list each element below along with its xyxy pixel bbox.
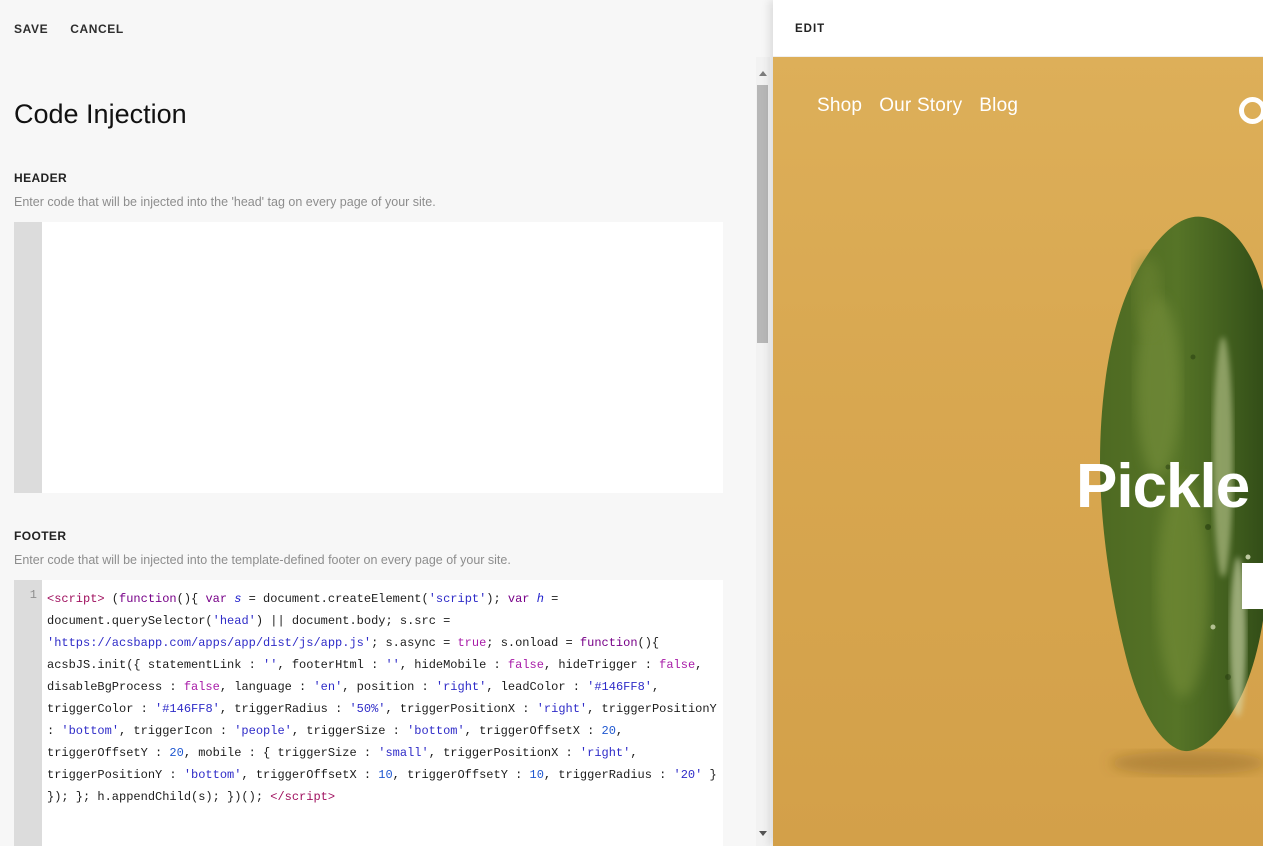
code-line: <script> (function(){ var s = document.c…: [47, 588, 717, 610]
scrollbar-thumb[interactable]: [757, 85, 768, 343]
header-section-label: HEADER: [14, 171, 67, 185]
footer-section-description: Enter code that will be injected into th…: [14, 553, 511, 567]
line-number: 1: [30, 588, 37, 602]
code-line: acsbJS.init({ statementLink : '', footer…: [47, 654, 717, 676]
code-line: triggerColor : '#146FF8', triggerRadius …: [47, 698, 717, 720]
footer-code-area[interactable]: <script> (function(){ var s = document.c…: [42, 580, 723, 846]
nav-link-shop[interactable]: Shop: [817, 95, 862, 117]
header-code-area[interactable]: [42, 222, 723, 493]
code-line: document.querySelector('head') || docume…: [47, 610, 717, 632]
site-preview-panel: EDIT Shop Our Story Blog: [773, 0, 1263, 846]
page-title: Code Injection: [14, 99, 187, 130]
scroll-up-icon[interactable]: [759, 71, 767, 76]
edge-panel: [1242, 563, 1263, 609]
settings-panel: SAVE CANCEL Code Injection HEADER Enter …: [0, 0, 773, 846]
toolbar: SAVE CANCEL: [14, 22, 124, 36]
nav-link-blog[interactable]: Blog: [979, 95, 1018, 117]
scrollbar[interactable]: [756, 57, 770, 846]
o-ring-logo-icon[interactable]: [1239, 97, 1263, 124]
nav-link-our-story[interactable]: Our Story: [879, 95, 962, 117]
save-button[interactable]: SAVE: [14, 22, 48, 36]
site-preview: Shop Our Story Blog: [773, 57, 1263, 846]
code-line: 'https://acsbapp.com/apps/app/dist/js/ap…: [47, 632, 717, 654]
footer-code-editor[interactable]: 1 <script> (function(){ var s = document…: [14, 580, 723, 846]
hero-title: Pickle: [1076, 456, 1249, 518]
site-navigation: Shop Our Story Blog: [817, 95, 1018, 117]
code-line: triggerOffsetY : 20, mobile : { triggerS…: [47, 742, 717, 764]
header-section-description: Enter code that will be injected into th…: [14, 195, 436, 209]
edit-button[interactable]: EDIT: [795, 23, 825, 35]
code-line: disableBgProcess : false, language : 'en…: [47, 676, 717, 698]
code-line: triggerPositionY : 'bottom', triggerOffs…: [47, 764, 717, 786]
code-line: }); }; h.appendChild(s); })(); </script>: [47, 786, 717, 808]
scroll-down-icon[interactable]: [759, 831, 767, 836]
footer-editor-gutter: 1: [14, 580, 42, 846]
cancel-button[interactable]: CANCEL: [70, 22, 124, 36]
footer-section-label: FOOTER: [14, 529, 66, 543]
code-line: : 'bottom', triggerIcon : 'people', trig…: [47, 720, 717, 742]
header-editor-gutter: [14, 222, 42, 493]
preview-edit-bar: EDIT: [773, 0, 1263, 57]
header-code-editor[interactable]: [14, 222, 723, 493]
